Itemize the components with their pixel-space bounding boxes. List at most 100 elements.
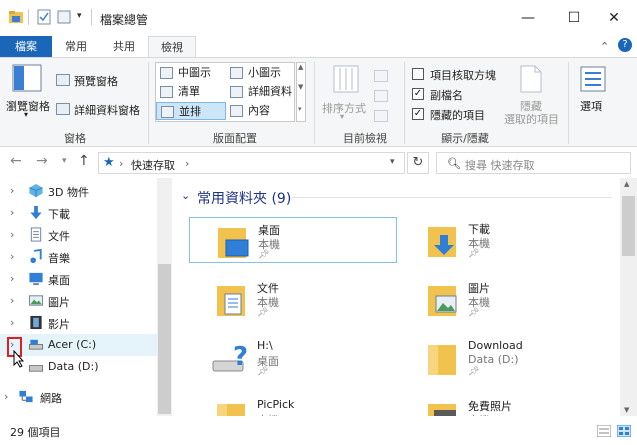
desktop-icon [29,272,43,286]
forward-button[interactable]: → [36,153,48,169]
divider [28,9,29,25]
chevron-down-icon: ▾ [24,110,29,119]
chevron-right-icon[interactable]: › [10,294,14,307]
layout-small-icons[interactable]: 小圖示 [226,64,294,82]
chevron-right-icon[interactable]: › [4,390,8,403]
layout-content[interactable]: 內容 [226,102,294,120]
layout-medium-icons[interactable]: 中圖示 [156,64,226,82]
back-button[interactable]: ← [10,153,22,169]
chevron-right-icon[interactable]: › [10,250,14,263]
size-columns-icon[interactable] [374,110,388,122]
navigation-pane: › 3D 物件 › 下載 › 文件 › 音樂 › 桌面 › 圖片 › 影片 › … [0,178,172,416]
chevron-right-icon[interactable]: › [10,272,14,285]
file-extensions-label: 副檔名 [430,89,463,102]
scroll-down-icon[interactable]: ▼ [624,406,629,414]
nav-item-downloads[interactable]: › 下載 [0,202,158,224]
hide-selected-icon[interactable] [518,64,544,94]
ribbon: 瀏覽窗格 ▾ 預覽窗格 詳細資料窗格 窗格 中圖示 小圖示 清單 詳細資料 並排… [0,57,637,147]
recent-locations-icon[interactable]: ▾ [62,156,67,166]
pin-icon: 📌︎ [258,250,270,260]
pin-icon: 📌︎ [468,249,480,259]
address-bar[interactable]: ★ › 快速存取 › ▾ [98,152,405,174]
layout-details[interactable]: 詳細資料 [226,83,294,101]
video-icon [30,315,42,330]
chevron-up-icon[interactable]: ⌃ [600,40,609,53]
layout-tiles[interactable]: 並排 [156,102,226,120]
sort-by-icon[interactable] [332,64,360,94]
nav-item-pictures[interactable]: › 圖片 [0,290,158,312]
nav-item-videos[interactable]: › 影片 [0,312,158,334]
group-label-show-hide: 顯示/隱藏 [441,132,489,145]
details-pane-button[interactable]: 詳細資料窗格 [74,102,140,118]
tiles-icon [161,106,174,118]
pictures-folder-icon [428,286,457,316]
properties-icon[interactable] [36,9,52,25]
chevron-down-icon[interactable]: ▾ [390,157,395,167]
group-label-panes: 窗格 [64,132,86,145]
hidden-items-label: 隱藏的項目 [430,109,485,122]
chevron-right-icon[interactable]: › [10,228,14,241]
desktop-folder-icon [218,228,249,258]
network-icon [19,390,33,403]
tile-free-photos[interactable]: 免費照片 本機 [400,394,608,416]
tab-file[interactable]: 檔案 [0,36,52,58]
tile-downloads[interactable]: 下載 本機 📌︎ [400,217,608,263]
tile-pictures[interactable]: 圖片 本機 📌︎ [400,276,608,322]
breadcrumb-quick-access[interactable]: 快速存取 [131,157,175,173]
folder-icon [9,11,23,23]
tile-picpick[interactable]: PicPick 本機 [189,394,397,416]
group-label-layout: 版面配置 [213,132,257,145]
content-scrollbar-thumb[interactable] [622,196,635,256]
search-input[interactable]: 搜尋 快速存取 [465,157,535,173]
nav-item-3d-objects[interactable]: › 3D 物件 [0,180,158,202]
file-extensions-checkbox[interactable]: ✓ [412,88,424,100]
add-columns-icon[interactable] [374,90,388,102]
nav-item-documents[interactable]: › 文件 [0,224,158,246]
refresh-button[interactable]: ↻ [407,152,429,174]
minimize-button[interactable]: — [505,0,551,36]
tile-desktop[interactable]: 桌面 本機 📌︎ [189,217,397,263]
small-icons-icon [230,67,243,79]
tile-h-drive[interactable]: ? H:\ 桌面 📌︎ [189,335,397,381]
customize-quick-access-icon[interactable]: ▾ [77,11,82,21]
tab-share[interactable]: 共用 [102,36,146,58]
tab-home[interactable]: 常用 [54,36,98,58]
help-icon[interactable]: ? [618,38,632,52]
scroll-up-icon[interactable]: ▲ [624,180,629,188]
preview-pane-button[interactable]: 預覽窗格 [74,73,118,89]
medium-icons-icon [160,67,173,79]
up-button[interactable]: ↑ [78,153,90,169]
large-icons-view-icon[interactable] [617,425,631,437]
search-box[interactable]: 🔍︎ 搜尋 快速存取 [436,152,631,174]
group-by-icon[interactable] [374,70,388,82]
options-icon[interactable] [580,66,606,92]
options-button[interactable]: 選項 [580,98,602,114]
layout-list[interactable]: 清單 [156,83,226,101]
layout-scroll[interactable]: ▲ ▼ ▾ [296,62,306,122]
folder-icon [428,345,456,375]
close-button[interactable]: ✕ [591,0,637,36]
tab-view[interactable]: 檢視 [148,36,196,58]
chevron-right-icon[interactable]: › [10,316,14,329]
ribbon-tabs: 檔案 常用 共用 檢視 ⌃ ? [0,36,637,58]
details-pane-icon [56,103,70,115]
chevron-down-icon[interactable]: ⌄ [181,189,190,202]
chevron-right-icon[interactable]: › [10,184,14,197]
tile-documents[interactable]: 文件 本機 📌︎ [189,276,397,322]
chevron-down-icon: ▼ [298,83,304,91]
nav-item-network[interactable]: › 網路 [0,386,158,408]
navigation-pane-button[interactable]: 瀏覽窗格 ▾ [4,60,52,120]
chevron-right-icon[interactable]: › [10,206,14,219]
divider [91,9,92,25]
hidden-items-checkbox[interactable]: ✓ [412,108,424,120]
tile-download-d[interactable]: Download Data (D:) 📌︎ [400,335,608,381]
nav-item-desktop[interactable]: › 桌面 [0,268,158,290]
nav-scrollbar-thumb[interactable] [158,264,171,414]
layout-gallery: 中圖示 小圖示 清單 詳細資料 並排 內容 [155,62,295,122]
item-checkboxes-checkbox[interactable] [412,68,424,80]
group-header-frequent-folders[interactable]: 常用資料夾 (9) [197,188,291,208]
divider [568,62,569,144]
details-view-icon[interactable] [597,425,611,437]
new-folder-icon[interactable] [56,9,72,25]
nav-item-music[interactable]: › 音樂 [0,246,158,268]
